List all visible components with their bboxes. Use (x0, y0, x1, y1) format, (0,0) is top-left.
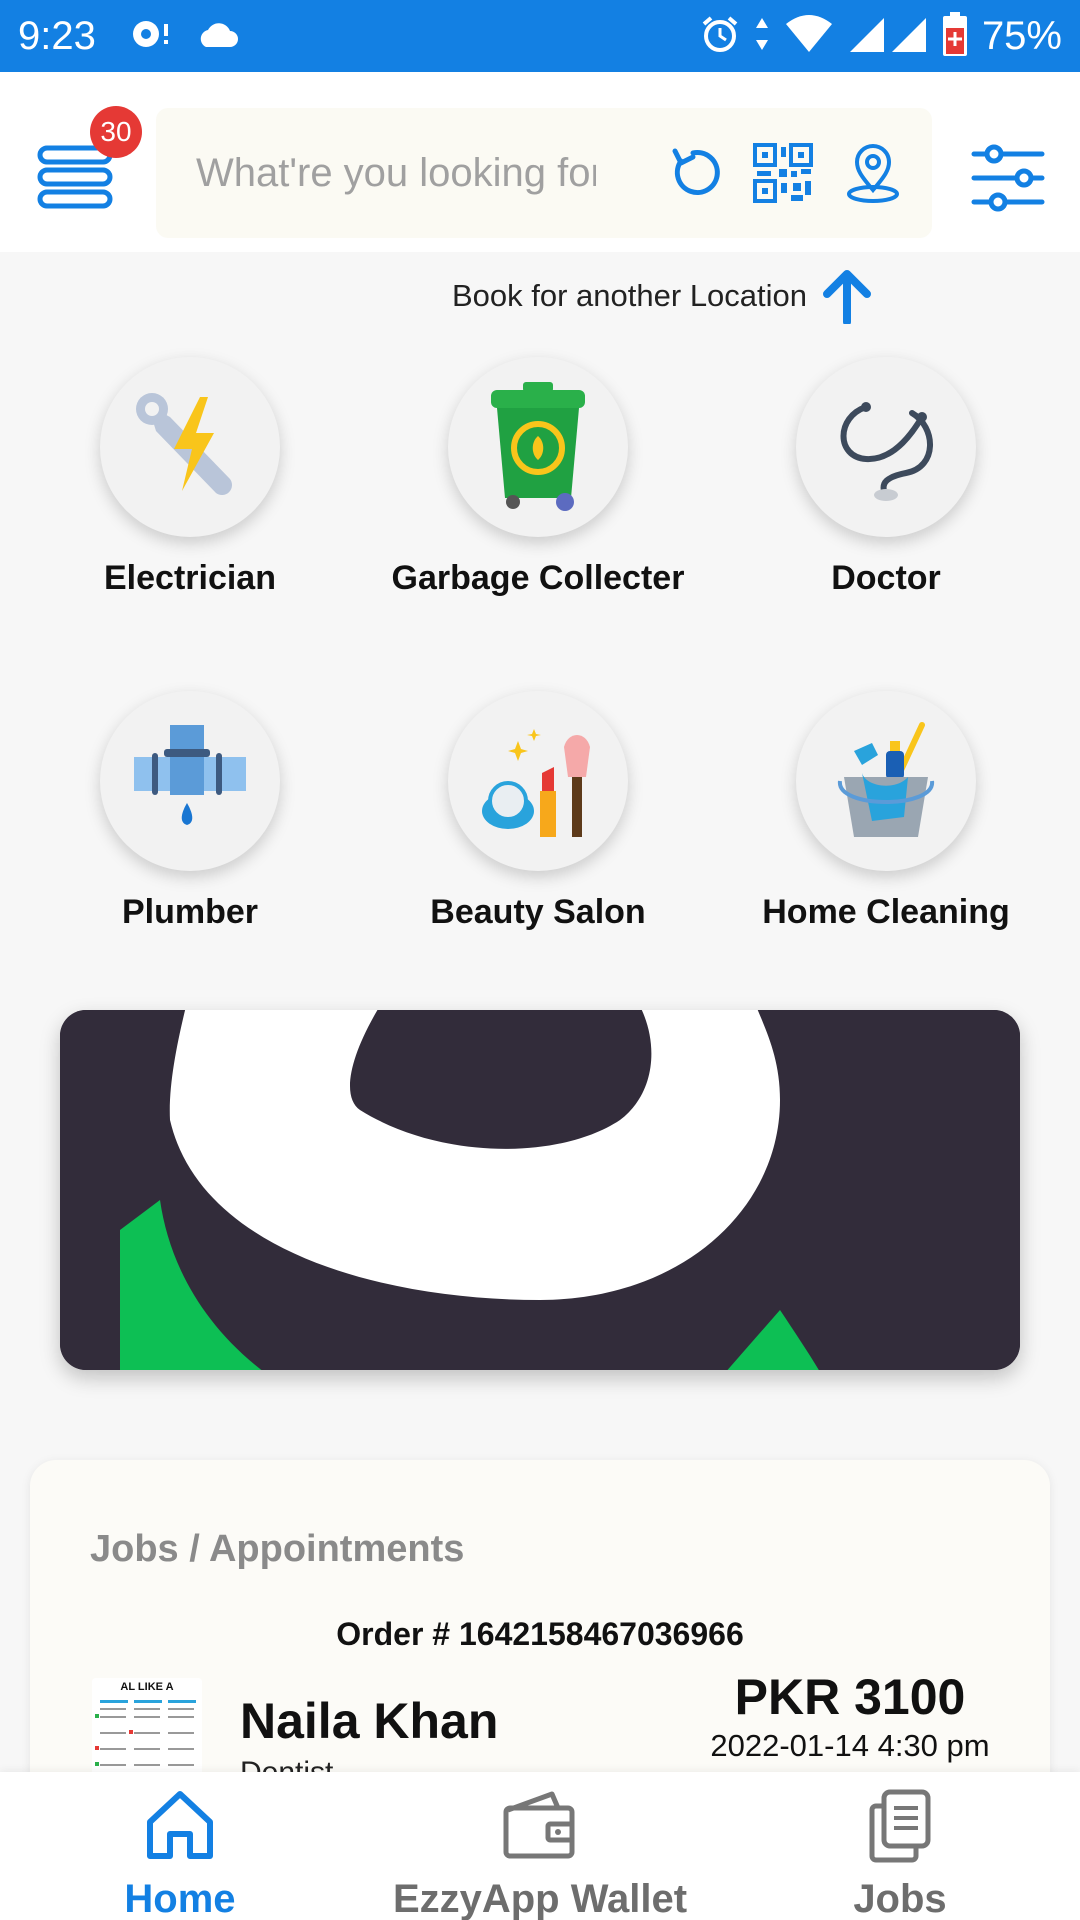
cleaning-bucket-icon (838, 722, 934, 837)
job-price: PKR 3100 (734, 1669, 966, 1725)
wallet-icon (503, 1791, 575, 1859)
category-beauty-salon[interactable]: Beauty Salon (388, 691, 688, 932)
location-button[interactable] (842, 142, 904, 204)
svg-text:AL LIKE A: AL LIKE A (120, 1681, 173, 1693)
category-label: Plumber (121, 893, 259, 931)
book-another-location-link[interactable]: Book for another Location (452, 268, 873, 324)
makeup-icon (482, 729, 590, 837)
banner-logo-graphic (60, 1010, 1020, 1370)
signal-icon (848, 14, 928, 59)
category-home-cleaning[interactable]: Home Cleaning (736, 691, 1036, 932)
arrow-up-icon (823, 270, 872, 324)
header: 30 (0, 72, 1080, 252)
nav-label: Home (124, 1877, 236, 1920)
category-label: Doctor (831, 559, 941, 597)
qr-scan-button[interactable] (752, 142, 814, 204)
status-time: 9:23 (18, 13, 96, 58)
nav-wallet[interactable]: EzzyApp Wallet (360, 1786, 720, 1920)
cloud-icon (196, 19, 240, 54)
job-datetime: 2022-01-14 4:30 pm (710, 1728, 990, 1763)
promo-banner[interactable] (60, 1010, 1020, 1370)
battery-icon (942, 11, 968, 61)
category-electrician[interactable]: Electrician (40, 357, 340, 598)
book-location-label: Book for another Location (452, 278, 808, 313)
category-doctor[interactable]: Doctor (736, 357, 1036, 598)
order-number: Order # 1642158467036966 (336, 1616, 744, 1652)
refresh-icon (672, 148, 720, 196)
pipe-icon (134, 725, 246, 825)
search-bar (156, 108, 932, 238)
chat-notification-icon (130, 16, 174, 57)
category-label: Garbage Collecter (391, 559, 685, 597)
location-pin-icon (847, 144, 899, 203)
category-plumber[interactable]: Plumber (40, 691, 340, 932)
provider-name: Naila Khan (240, 1693, 499, 1749)
documents-icon (869, 1789, 931, 1863)
qr-code-icon (753, 143, 813, 203)
wifi-icon (784, 14, 834, 59)
category-garbage-collecter[interactable]: Garbage Collecter (388, 357, 688, 598)
search-input[interactable] (196, 142, 596, 204)
wrench-bolt-icon (136, 393, 232, 495)
recycle-bin-icon (491, 382, 585, 511)
data-arrows-icon (754, 14, 770, 59)
bottom-navigation: Home EzzyApp Wallet Jobs (0, 1772, 1080, 1920)
stethoscope-icon (840, 402, 933, 501)
notification-badge: 30 (90, 106, 142, 158)
alarm-icon (700, 14, 740, 59)
category-label: Beauty Salon (430, 893, 646, 931)
category-label: Home Cleaning (762, 893, 1010, 931)
status-bar: 9:23 75% (0, 0, 1080, 72)
nav-jobs[interactable]: Jobs (720, 1786, 1080, 1920)
category-label: Electrician (104, 559, 276, 597)
section-title: Jobs / Appointments (90, 1528, 465, 1570)
nav-label: EzzyApp Wallet (392, 1877, 688, 1920)
home-icon (147, 1791, 213, 1859)
nav-home[interactable]: Home (0, 1786, 360, 1920)
nav-label: Jobs (853, 1877, 947, 1920)
refresh-button[interactable] (662, 142, 724, 204)
filter-button[interactable] (970, 140, 1046, 216)
filter-sliders-icon (971, 144, 1045, 212)
battery-percent: 75% (981, 13, 1062, 58)
